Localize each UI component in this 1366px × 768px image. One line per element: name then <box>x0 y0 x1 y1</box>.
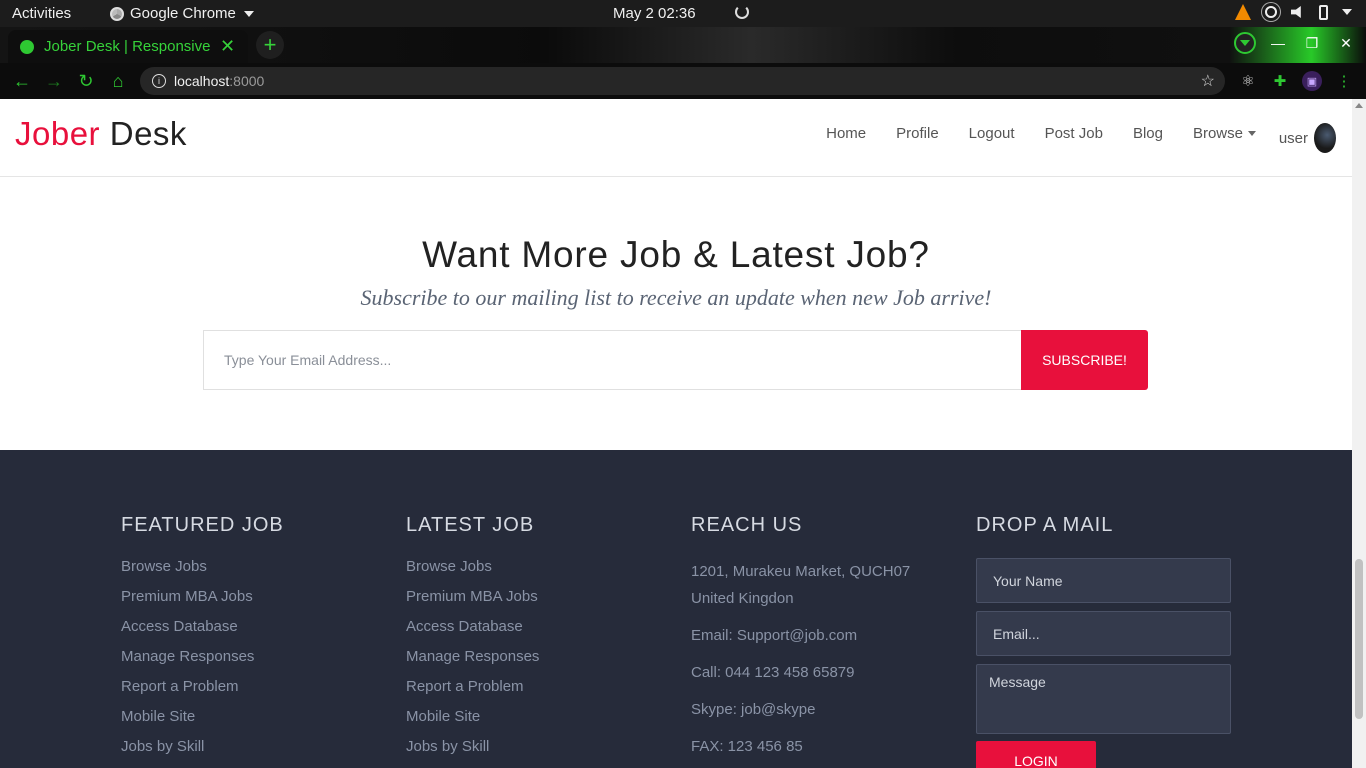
subscribe-email-input[interactable] <box>203 330 1021 390</box>
footer-latest-jobs: LATEST JOB Browse Jobs Premium MBA Jobs … <box>406 514 539 768</box>
footer-link[interactable]: Premium MBA Jobs <box>406 588 539 618</box>
nav-browse[interactable]: Browse <box>1193 125 1256 142</box>
footer-link[interactable]: Jobs by Skill <box>121 738 284 768</box>
nav-post-job[interactable]: Post Job <box>1045 125 1103 142</box>
scrollbar-thumb[interactable] <box>1355 559 1363 719</box>
tab-search-button[interactable] <box>1234 32 1256 54</box>
web-page: Jober Desk Home Profile Logout Post Job … <box>0 99 1352 768</box>
globe-icon <box>20 39 34 54</box>
subscribe-button[interactable]: SUBSCRIBE! <box>1021 330 1148 390</box>
page-scrollbar[interactable] <box>1352 99 1366 768</box>
home-button[interactable]: ⌂ <box>106 69 130 93</box>
footer-link[interactable]: Mobile Site <box>406 708 539 738</box>
footer-link[interactable]: Jobs by Skill <box>406 738 539 768</box>
footer-heading: LATEST JOB <box>406 514 535 536</box>
vlc-icon[interactable] <box>1235 4 1251 20</box>
tab-strip: Jober Desk | Responsive J ✕ + — ❐ ✕ <box>0 27 1366 63</box>
contact-email: Email: Support@job.com <box>691 627 858 644</box>
nav-profile[interactable]: Profile <box>896 125 939 142</box>
battery-icon <box>1319 4 1328 20</box>
user-label: user <box>1278 129 1308 147</box>
user-menu[interactable]: user <box>1279 123 1336 153</box>
clock[interactable]: May 2 02:36 <box>613 5 696 22</box>
footer-link[interactable]: Access Database <box>406 618 539 648</box>
avatar <box>1314 123 1336 153</box>
forward-button[interactable]: → <box>42 69 66 93</box>
logo-text-secondary: Desk <box>109 115 187 152</box>
url-host: localhost <box>174 73 230 89</box>
volume-icon <box>1291 6 1301 18</box>
footer-link[interactable]: Report a Problem <box>406 678 539 708</box>
main-nav: Home Profile Logout Post Job Blog Browse <box>826 125 1256 142</box>
footer-link[interactable]: Premium MBA Jobs <box>121 588 284 618</box>
nav-browse-label: Browse <box>1192 125 1243 142</box>
footer-link[interactable]: Access Database <box>121 618 284 648</box>
extensions-icon[interactable]: ✚ <box>1270 71 1290 91</box>
browser-tab[interactable]: Jober Desk | Responsive J ✕ <box>8 30 248 63</box>
email-field[interactable] <box>976 611 1231 656</box>
menu-icon[interactable]: ⋮ <box>1334 71 1354 91</box>
footer-link[interactable]: Manage Responses <box>121 648 284 678</box>
tab-title: Jober Desk | Responsive J <box>44 38 212 55</box>
nav-blog[interactable]: Blog <box>1133 125 1163 142</box>
window-controls: — ❐ ✕ <box>1234 31 1358 55</box>
system-tray[interactable] <box>1235 4 1352 20</box>
footer-link[interactable]: Mobile Site <box>121 708 284 738</box>
refresh-icon[interactable] <box>735 5 749 19</box>
chevron-down-icon[interactable] <box>1342 9 1352 15</box>
app-name: Google Chrome <box>130 5 236 22</box>
footer-heading: REACH US <box>691 514 803 536</box>
minimize-button[interactable]: — <box>1266 31 1290 55</box>
logo-text-primary: Jober <box>15 115 101 152</box>
info-icon[interactable]: i <box>152 74 166 88</box>
close-icon[interactable]: ✕ <box>220 36 235 57</box>
site-logo[interactable]: Jober Desk <box>15 115 187 153</box>
contact-fax: FAX: 123 456 85 <box>691 738 803 755</box>
nav-logout[interactable]: Logout <box>969 125 1015 142</box>
nav-home[interactable]: Home <box>826 125 866 142</box>
footer-heading: DROP A MAIL <box>976 514 1114 536</box>
reload-button[interactable]: ↻ <box>74 69 98 93</box>
profile-icon[interactable]: ▣ <box>1302 71 1322 91</box>
contact-phone: Call: 044 123 458 65879 <box>691 664 855 681</box>
name-field[interactable] <box>976 558 1231 603</box>
contact-address: 1201, Murakeu Market, QUCH07 United King… <box>691 558 910 612</box>
address-bar[interactable]: i localhost :8000 ☆ <box>140 67 1225 95</box>
url-port: :8000 <box>229 73 265 89</box>
back-button[interactable]: ← <box>10 69 34 93</box>
close-window-button[interactable]: ✕ <box>1334 31 1358 55</box>
site-footer: FEATURED JOB Browse Jobs Premium MBA Job… <box>0 450 1352 768</box>
app-menu[interactable]: Google Chrome <box>110 5 254 22</box>
site-header: Jober Desk Home Profile Logout Post Job … <box>0 99 1352 177</box>
subscribe-heading: Want More Job & Latest Job? <box>422 234 930 275</box>
footer-drop-mail: DROP A MAIL LOGIN <box>976 514 1231 768</box>
footer-link[interactable]: Browse Jobs <box>406 558 539 588</box>
activities-button[interactable]: Activities <box>12 5 71 22</box>
maximize-button[interactable]: ❐ <box>1300 31 1324 55</box>
os-top-bar: Activities Google Chrome May 2 02:36 <box>0 0 1366 27</box>
chevron-down-icon <box>243 10 254 17</box>
subscribe-form: SUBSCRIBE! <box>203 330 1148 390</box>
subscribe-subheading: Subscribe to our mailing list to receive… <box>360 285 992 310</box>
footer-link[interactable]: Browse Jobs <box>121 558 284 588</box>
address-line: United Kingdon <box>691 590 794 607</box>
footer-link[interactable]: Report a Problem <box>121 678 284 708</box>
browser-toolbar: ← → ↻ ⌂ i localhost :8000 ☆ ⚛ ✚ ▣ ⋮ <box>0 63 1366 99</box>
brightness-icon <box>1265 6 1277 18</box>
chevron-down-icon <box>1248 131 1256 136</box>
new-tab-button[interactable]: + <box>256 31 284 59</box>
scroll-up-icon[interactable] <box>1355 103 1363 108</box>
react-devtools-icon[interactable]: ⚛ <box>1238 71 1258 91</box>
chrome-icon <box>110 6 124 21</box>
message-field[interactable] <box>976 664 1231 734</box>
bookmark-star-icon[interactable]: ☆ <box>1201 71 1215 91</box>
contact-skype: Skype: job@skype <box>691 701 816 718</box>
address-line: 1201, Murakeu Market, QUCH07 <box>691 563 911 580</box>
footer-featured-jobs: FEATURED JOB Browse Jobs Premium MBA Job… <box>121 514 284 768</box>
footer-reach-us: REACH US 1201, Murakeu Market, QUCH07 Un… <box>691 514 910 768</box>
login-button[interactable]: LOGIN <box>976 741 1096 768</box>
subscribe-section: Want More Job & Latest Job? Subscribe to… <box>0 177 1352 450</box>
footer-link[interactable]: Manage Responses <box>406 648 539 678</box>
footer-heading: FEATURED JOB <box>121 514 284 536</box>
